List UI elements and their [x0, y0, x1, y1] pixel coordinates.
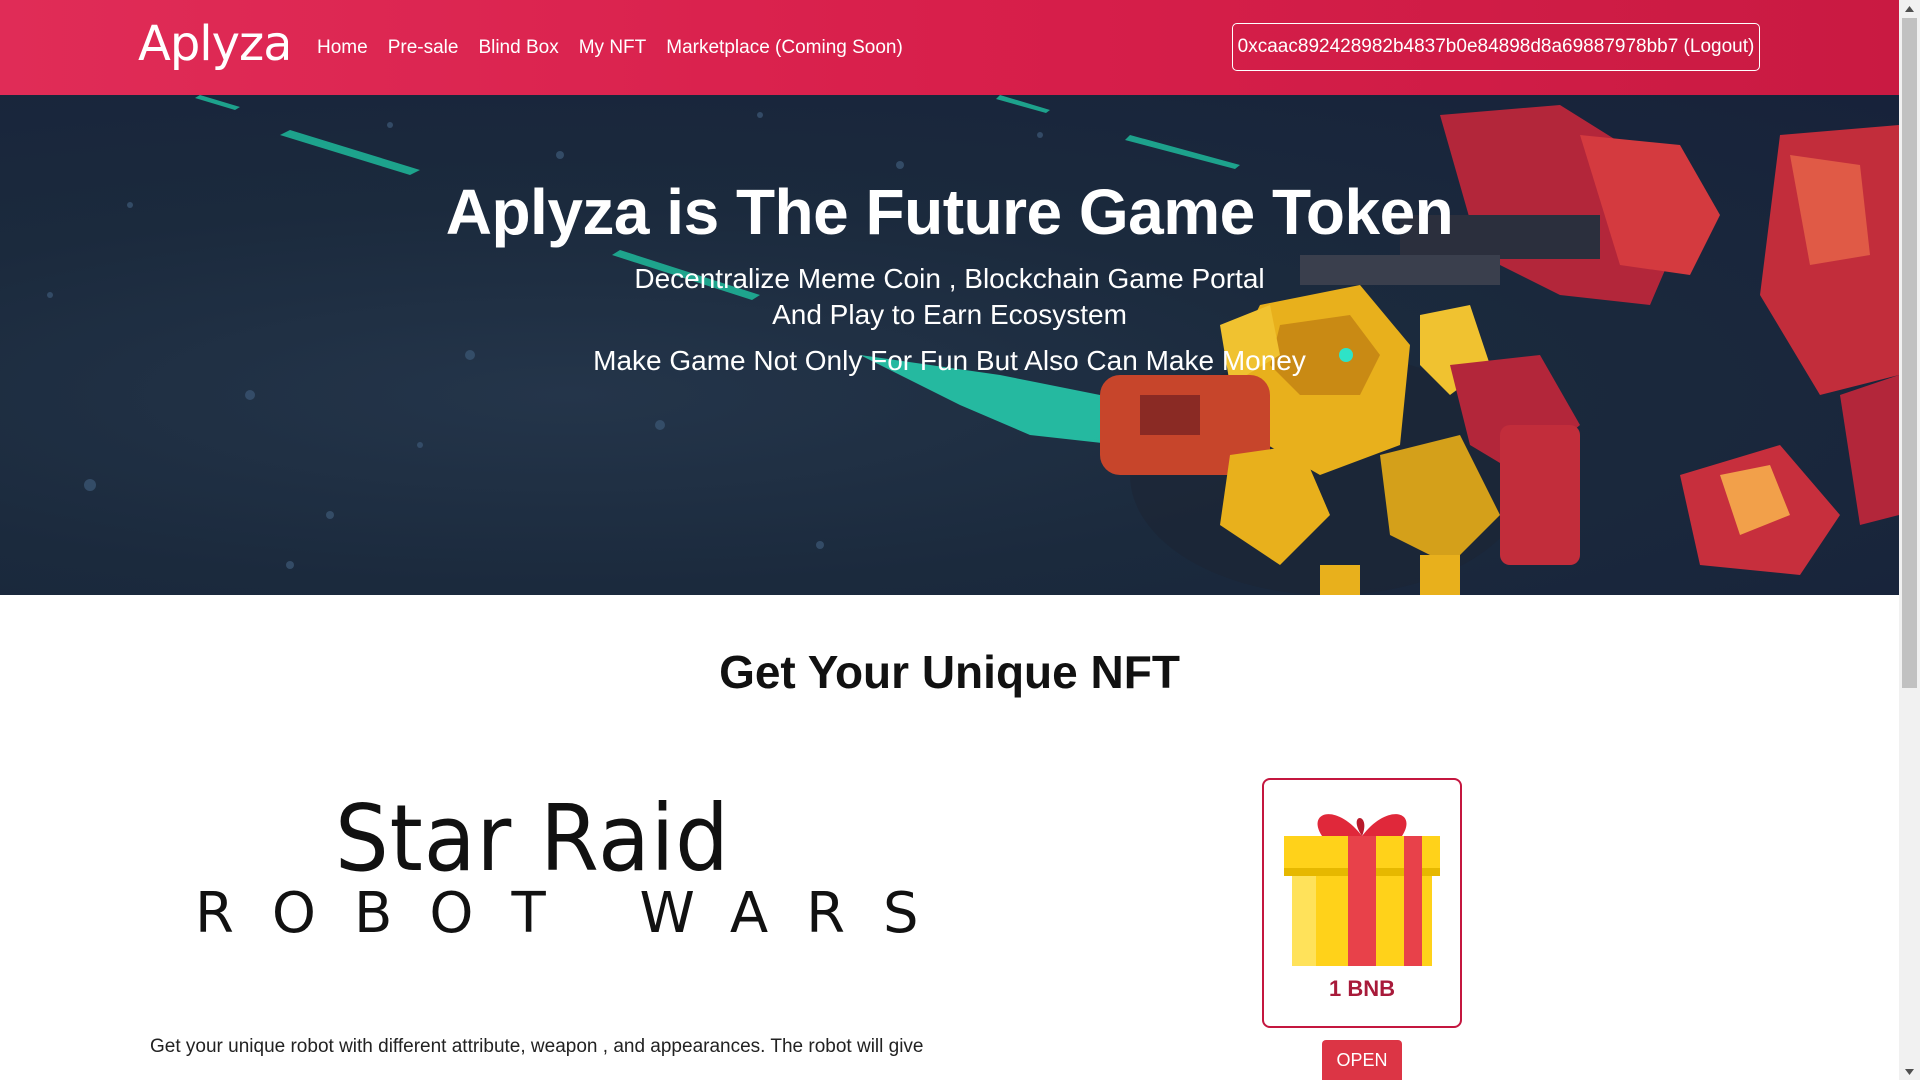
page-scrollbar[interactable] [1899, 0, 1920, 1080]
game-logo-title: Star Raid [335, 785, 730, 892]
hero-subtitle-line2: And Play to Earn Ecosystem [772, 299, 1127, 330]
star-raid-logo: Star Raid ROBOT WARS [195, 785, 919, 946]
hero-banner: Aplyza is The Future Game Token Decentra… [0, 95, 1899, 595]
scroll-down-arrow-icon[interactable] [1899, 1063, 1920, 1080]
scroll-up-arrow-icon[interactable] [1899, 0, 1920, 17]
box-price: 1 BNB [1328, 976, 1395, 1001]
game-logo-subtitle: ROBOT WARS [195, 881, 957, 946]
nav-marketplace[interactable]: Marketplace (Coming Soon) [666, 37, 903, 59]
hero-subtitle-line1: Decentralize Meme Coin , Blockchain Game… [634, 263, 1265, 294]
hero-tagline: Make Game Not Only For Fun But Also Can … [593, 345, 1306, 376]
nft-description: Get your unique robot with different att… [150, 1036, 924, 1057]
main-nav: Home Pre-sale Blind Box My NFT Marketpla… [317, 0, 923, 95]
nav-my-nft[interactable]: My NFT [579, 37, 647, 59]
blind-box-card[interactable]: 1 BNB [1262, 778, 1462, 1028]
nav-home[interactable]: Home [317, 37, 368, 59]
scrollbar-thumb[interactable] [1902, 18, 1917, 688]
nav-blind-box[interactable]: Blind Box [478, 37, 558, 59]
svg-text:Aplyza: Aplyza [138, 16, 288, 72]
gift-box-icon [1284, 814, 1440, 966]
top-navbar: Aplyza Home Pre-sale Blind Box My NFT Ma… [0, 0, 1899, 95]
hero-title: Aplyza is The Future Game Token [445, 176, 1454, 248]
wallet-logout-button[interactable]: 0xcaac892428982b4837b0e84898d8a69887978b… [1232, 23, 1760, 71]
aplyza-logo[interactable]: Aplyza [138, 14, 288, 80]
section-title: Get Your Unique NFT [719, 646, 1180, 698]
open-box-button[interactable]: OPEN [1322, 1040, 1402, 1080]
nav-pre-sale[interactable]: Pre-sale [388, 37, 459, 59]
